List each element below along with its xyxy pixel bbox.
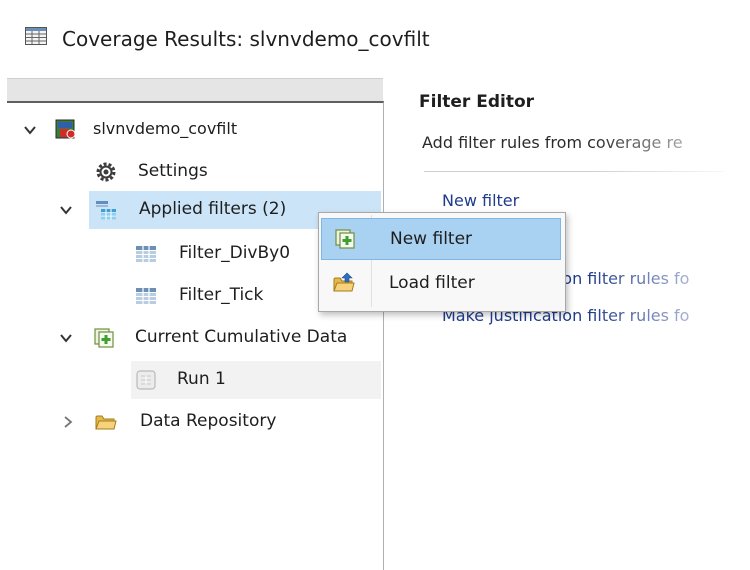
filter-table-icon	[136, 246, 156, 262]
tree-item-run-1[interactable]: Run 1	[131, 361, 381, 399]
menu-item-label: Load filter	[389, 273, 475, 293]
divider	[424, 171, 724, 172]
tree-item-label: Filter_Tick	[179, 285, 264, 305]
menu-item-new-filter[interactable]: New filter	[321, 218, 561, 260]
tree-item-label: Current Cumulative Data	[135, 327, 348, 347]
chevron-down-icon[interactable]	[59, 203, 73, 217]
load-folder-icon	[333, 272, 355, 292]
filter-editor-description: Add filter rules from coverage re	[422, 133, 683, 152]
window-title: Coverage Results: slvnvdemo_covfilt	[62, 27, 430, 51]
menu-item-label: New filter	[390, 229, 473, 249]
model-icon	[55, 119, 76, 139]
filters-icon	[96, 201, 116, 220]
tree-item-label: Filter_DivBy0	[179, 243, 291, 263]
tree-item-label: Data Repository	[140, 411, 277, 431]
tree-item-data-repository[interactable]: Data Repository	[7, 403, 383, 441]
coverage-tree: slvnvdemo_covfilt Settings Applied filte…	[7, 101, 384, 570]
coverage-results-window: Coverage Results: slvnvdemo_covfilt slvn…	[0, 0, 750, 570]
context-menu: New filter Load filter	[318, 212, 566, 312]
tree-item-label: Applied filters (2)	[139, 199, 287, 219]
gear-icon	[96, 162, 116, 182]
chevron-down-icon[interactable]	[23, 123, 37, 137]
filter-editor-title: Filter Editor	[419, 92, 535, 112]
tree-item-model[interactable]: slvnvdemo_covfilt	[7, 111, 383, 149]
cumulative-data-icon	[94, 328, 114, 348]
chevron-right-icon[interactable]	[61, 415, 75, 429]
chevron-down-icon[interactable]	[59, 331, 73, 345]
new-filter-icon	[335, 229, 355, 249]
run-icon	[136, 370, 156, 390]
coverage-table-icon	[25, 27, 47, 45]
title-bar: Coverage Results: slvnvdemo_covfilt	[0, 0, 750, 78]
tree-item-current-cumulative-data[interactable]: Current Cumulative Data	[7, 319, 383, 357]
tree-header	[7, 78, 383, 101]
tree-item-label: slvnvdemo_covfilt	[93, 119, 238, 138]
tree-item-settings[interactable]: Settings	[7, 153, 383, 191]
new-filter-link[interactable]: New filter	[442, 191, 519, 210]
filter-table-icon	[136, 288, 156, 304]
menu-item-load-filter[interactable]: Load filter	[321, 263, 561, 305]
filter-editor-panel: Filter Editor Add filter rules from cove…	[384, 78, 750, 570]
tree-item-label: Settings	[138, 161, 208, 181]
tree-item-label: Run 1	[177, 369, 226, 389]
folder-icon	[95, 415, 117, 430]
